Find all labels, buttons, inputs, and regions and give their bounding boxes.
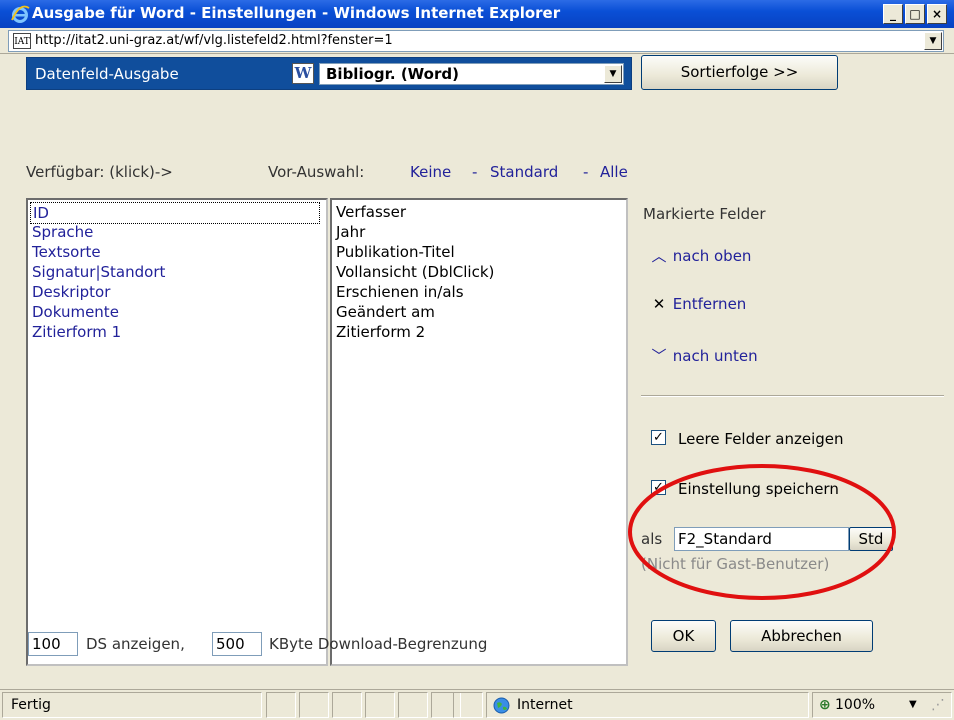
list-item[interactable]: ID xyxy=(30,202,320,224)
status-pane xyxy=(365,692,395,718)
ie-logo-icon xyxy=(11,5,30,23)
status-text: Fertig xyxy=(2,692,262,718)
minimize-button[interactable]: _ xyxy=(883,4,903,24)
status-pane xyxy=(398,692,428,718)
cancel-button[interactable]: Abbrechen xyxy=(730,620,873,652)
status-pane xyxy=(299,692,329,718)
address-url[interactable]: http://itat2.uni-graz.at/wf/vlg.listefel… xyxy=(35,33,393,48)
datenfeld-label: Datenfeld-Ausgabe xyxy=(35,65,179,83)
site-favicon-icon: IAT xyxy=(13,33,31,49)
format-select-value: Bibliogr. (Word) xyxy=(326,65,459,83)
section-divider xyxy=(641,395,944,397)
preselect-none-link[interactable]: Keine xyxy=(410,163,451,181)
word-document-icon: W xyxy=(292,63,314,84)
zoom-dropdown-icon[interactable]: ▼ xyxy=(909,693,917,717)
address-field[interactable]: IAT http://itat2.uni-graz.at/wf/vlg.list… xyxy=(8,30,944,52)
address-dropdown-button[interactable]: ▼ xyxy=(924,32,942,50)
preselect-label: Vor-Auswahl: xyxy=(268,163,365,181)
list-item[interactable]: Jahr xyxy=(336,222,365,242)
save-setting-label: Einstellung speichern xyxy=(678,480,839,498)
move-up-label: nach oben xyxy=(672,247,752,265)
list-item[interactable]: Zitierform 1 xyxy=(32,322,121,342)
preselect-standard-link[interactable]: Standard xyxy=(490,163,558,181)
setting-name-input[interactable]: F2_Standard xyxy=(674,527,849,551)
status-pane xyxy=(453,692,483,718)
ds-limit-label: DS anzeigen, xyxy=(86,635,185,653)
chevron-down-icon: ﹀ xyxy=(651,347,667,365)
status-pane xyxy=(332,692,362,718)
list-item[interactable]: Textsorte xyxy=(32,242,101,262)
list-item[interactable]: Verfasser xyxy=(336,202,406,222)
ok-button[interactable]: OK xyxy=(651,620,716,652)
move-down-label: nach unten xyxy=(672,347,758,365)
security-zone-pane[interactable]: Internet xyxy=(486,692,809,718)
list-item[interactable]: Deskriptor xyxy=(32,282,110,302)
window-title: Ausgabe für Word - Einstellungen - Windo… xyxy=(32,4,561,22)
remove-link[interactable]: ✕ Entfernen xyxy=(650,295,747,313)
std-button[interactable]: Std xyxy=(849,527,893,551)
sort-order-button[interactable]: Sortierfolge >> xyxy=(641,55,838,90)
format-dropdown-button[interactable]: ▼ xyxy=(604,65,622,83)
kb-limit-label: KByte Download-Begrenzung xyxy=(269,635,488,653)
status-pane xyxy=(266,692,296,718)
globe-icon xyxy=(493,697,510,714)
remove-label: Entfernen xyxy=(672,295,747,313)
resize-grip-icon[interactable]: ⋰ xyxy=(931,693,945,717)
format-select[interactable]: Bibliogr. (Word) ▼ xyxy=(319,63,624,85)
move-up-link[interactable]: ︿ nach oben xyxy=(650,245,751,266)
guest-note: (Nicht für Gast-Benutzer) xyxy=(641,555,830,573)
available-label: Verfügbar: (klick)-> xyxy=(26,163,173,181)
list-item[interactable]: Dokumente xyxy=(32,302,119,322)
list-item[interactable]: Geändert am xyxy=(336,302,435,322)
as-label: als xyxy=(641,530,663,548)
list-item[interactable]: Erschienen in/als xyxy=(336,282,464,302)
chevron-up-icon: ︿ xyxy=(651,247,667,265)
preselect-all-link[interactable]: Alle xyxy=(600,163,628,181)
datenfeld-bar: Datenfeld-Ausgabe W Bibliogr. (Word) ▼ xyxy=(26,57,632,90)
address-bar: IAT http://itat2.uni-graz.at/wf/vlg.list… xyxy=(0,28,954,54)
security-zone-label: Internet xyxy=(517,697,573,713)
status-bar: Fertig Internet ⊕ 100% ▼ ⋰ xyxy=(0,689,954,720)
maximize-button[interactable]: □ xyxy=(905,4,925,24)
show-empty-label: Leere Felder anzeigen xyxy=(678,430,844,448)
list-item[interactable]: Vollansicht (DblClick) xyxy=(336,262,494,282)
marked-fields-label: Markierte Felder xyxy=(643,205,766,223)
show-empty-checkbox[interactable]: ✓ xyxy=(651,430,666,445)
zoom-pane[interactable]: ⊕ 100% ▼ ⋰ xyxy=(812,692,952,718)
list-item[interactable]: Signatur|Standort xyxy=(32,262,165,282)
available-fields-list[interactable]: ID Sprache Textsorte Signatur|Standort D… xyxy=(26,198,328,666)
zoom-icon: ⊕ xyxy=(819,697,831,713)
selected-fields-list[interactable]: Verfasser Jahr Publikation-Titel Vollans… xyxy=(330,198,628,666)
title-bar[interactable]: Ausgabe für Word - Einstellungen - Windo… xyxy=(0,0,954,28)
list-item[interactable]: Zitierform 2 xyxy=(336,322,425,342)
list-item[interactable]: Publikation-Titel xyxy=(336,242,455,262)
close-icon: ✕ xyxy=(652,295,666,313)
close-button[interactable]: × xyxy=(927,4,947,24)
preselect-separator: - xyxy=(583,163,589,181)
save-setting-checkbox[interactable]: ✓ xyxy=(651,480,666,495)
ds-limit-input[interactable]: 100 xyxy=(28,632,78,656)
zoom-level: 100% xyxy=(835,697,876,713)
kb-limit-input[interactable]: 500 xyxy=(212,632,262,656)
preselect-separator: - xyxy=(472,163,478,181)
list-item[interactable]: Sprache xyxy=(32,222,93,242)
move-down-link[interactable]: ﹀ nach unten xyxy=(650,345,758,366)
